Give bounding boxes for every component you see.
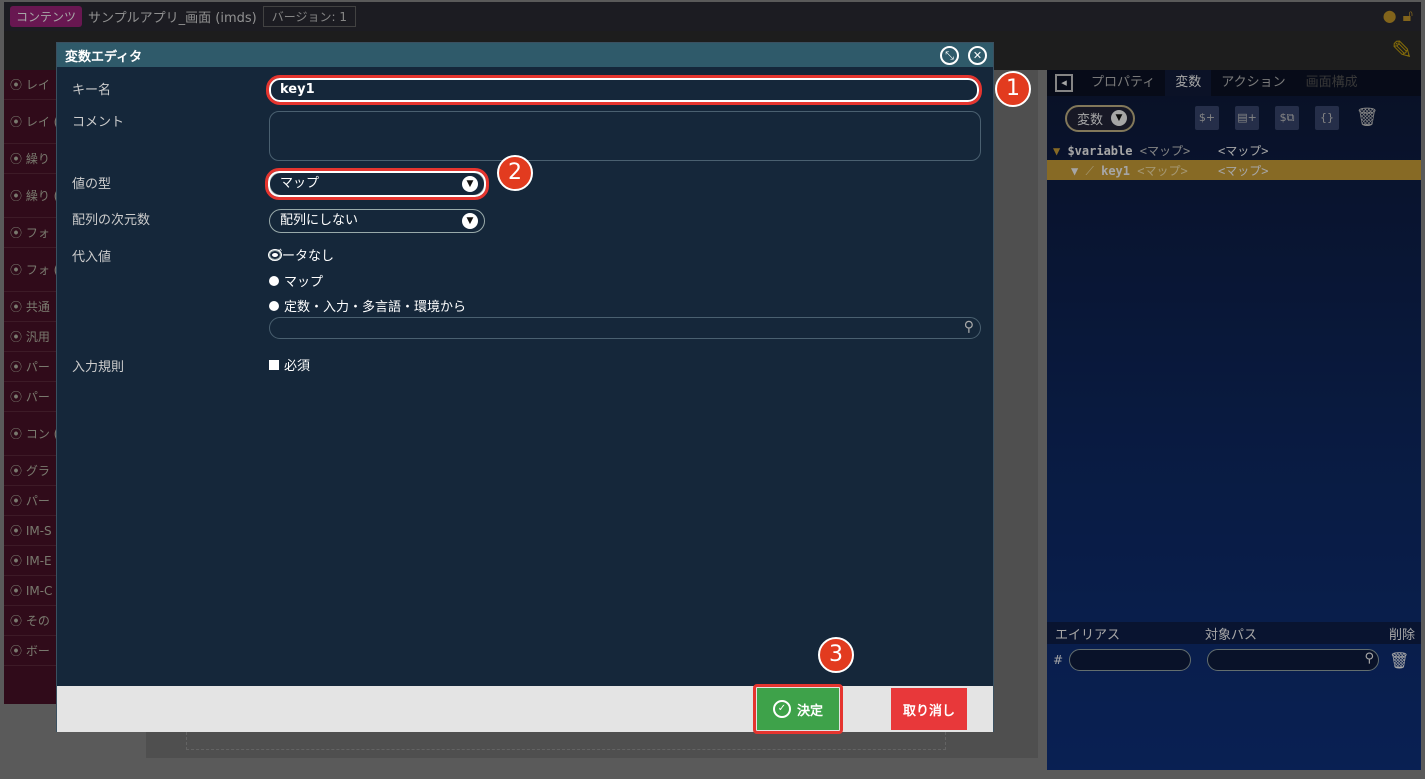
chevron-down-icon: ▼ (462, 213, 478, 229)
required-label: 必須 (284, 359, 311, 374)
radio-icon (269, 300, 279, 311)
key-label: キー名 (72, 83, 112, 98)
screen: コンテンツ サンプルアプリ_画面 (imds) バージョン: 1 ● 🔓︎ ✎ … (0, 0, 1425, 779)
type-label: 値の型 (72, 177, 112, 192)
checkbox-icon (269, 359, 279, 370)
comment-label: コメント (72, 115, 125, 130)
radio-map-label: マップ (284, 275, 324, 290)
comment-textarea[interactable] (269, 111, 981, 161)
step-badge-2: 2 (497, 155, 533, 191)
dialog-title: 変数エディタ (57, 43, 993, 67)
radio-selected-icon (269, 249, 281, 260)
rule-label: 入力規則 (72, 360, 125, 375)
step-badge-3: 3 (818, 637, 854, 673)
highlight-key (266, 75, 982, 105)
radio-map[interactable]: マップ (269, 271, 323, 290)
radio-no-data[interactable]: データなし (269, 245, 334, 264)
ok-label: 決定 (796, 703, 823, 719)
array-dim-select[interactable]: 配列にしない ▼ (269, 209, 485, 233)
radio-constant-label: 定数・入力・多言語・環境から (284, 300, 467, 315)
minimize-icon[interactable]: ⤡ (940, 46, 959, 65)
radio-constant[interactable]: 定数・入力・多言語・環境から (269, 296, 466, 315)
close-icon[interactable]: ✕ (968, 46, 987, 65)
array-dim-value: 配列にしない (280, 213, 359, 228)
ok-button[interactable]: ✓ 決定 (757, 688, 839, 730)
step-badge-1: 1 (995, 71, 1031, 107)
highlight-type (265, 168, 489, 200)
value-source-input[interactable]: ⚲ (269, 317, 981, 339)
variable-editor-dialog: 変数エディタ ⤡ ✕ キー名 key1 1 コメント 値の型 マップ ▼ 2 配… (56, 42, 1031, 734)
check-circle-icon: ✓ (772, 700, 791, 718)
value-label: 代入値 (72, 250, 112, 265)
search-icon[interactable]: ⚲ (964, 319, 974, 335)
cancel-button[interactable]: 取り消し (891, 688, 967, 730)
radio-icon (269, 275, 279, 286)
array-dim-label: 配列の次元数 (72, 213, 151, 228)
dialog-footer: ✓ 決定 取り消し (57, 684, 993, 734)
required-checkbox[interactable]: 必須 (269, 355, 310, 374)
